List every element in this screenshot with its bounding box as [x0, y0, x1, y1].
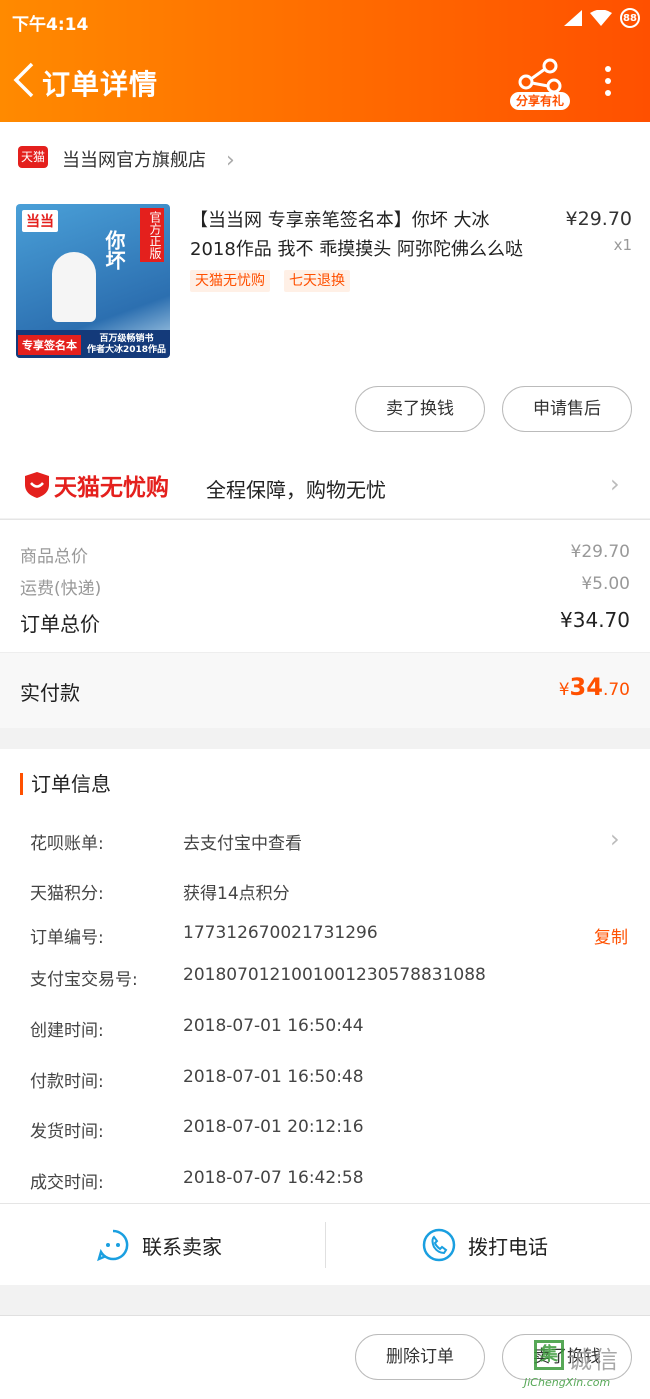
goods-total-row: 商品总价 ¥29.70 [20, 542, 630, 567]
alipay-trade-value: 2018070121001001230578831088 [183, 965, 486, 985]
app-header: 下午4:14 88 订单详情 分享有礼 [0, 0, 650, 122]
contact-seller-label: 联系卖家 [142, 1234, 222, 1259]
contact-seller-button[interactable]: 联系卖家 [96, 1204, 222, 1286]
contact-bar: 联系卖家 拨打电话 [0, 1203, 650, 1285]
cover-right-banner-1: 百万级畅销书 [99, 334, 154, 344]
cover-figure [52, 252, 96, 322]
guarantee-logo-text: 天猫无忧购 [54, 475, 169, 501]
shipping-value: ¥5.00 [581, 574, 630, 594]
order-total-label: 订单总价 [20, 612, 100, 636]
phone-icon [422, 1228, 456, 1262]
copy-button[interactable]: 复制 [594, 923, 628, 948]
goods-total-value: ¥29.70 [570, 542, 630, 562]
tmall-badge: 天猫 [18, 146, 48, 168]
watermark-url: JiChengXin.com [524, 1376, 611, 1389]
product-image[interactable]: 当当 官方正版 你坏 专享签名本 百万级畅销书 作者大冰2018作品 [16, 204, 170, 358]
product-price: ¥29.70 [565, 208, 632, 230]
tag-worry-free: 天猫无忧购 [190, 270, 270, 292]
goods-total-label: 商品总价 [20, 547, 88, 567]
chat-icon [97, 1229, 129, 1262]
chevron-right-icon[interactable]: › [610, 470, 620, 498]
paid-row: 实付款 ¥34.70 [0, 652, 650, 728]
chevron-right-icon[interactable]: › [610, 825, 620, 853]
order-info: 订单信息 花呗账单: 去支付宝中查看 › 天猫积分: 获得14点积分 订单编号:… [0, 749, 650, 1203]
tag-seven-day-return: 七天退换 [284, 270, 350, 292]
share-button[interactable]: 分享有礼 [510, 56, 570, 112]
shipped-time-value: 2018-07-01 20:12:16 [183, 1117, 364, 1137]
back-arrow-icon[interactable] [10, 62, 36, 98]
closed-time-value: 2018-07-07 16:42:58 [183, 1168, 364, 1188]
paid-label: 实付款 [20, 681, 80, 705]
paid-amount: ¥34.70 [559, 673, 630, 701]
share-label: 分享有礼 [510, 92, 570, 110]
divider [325, 1222, 326, 1268]
watermark-mark: 集 [534, 1340, 564, 1370]
shield-icon [25, 472, 49, 498]
signal-icon [564, 10, 582, 26]
order-item-card: 天猫 当当网官方旗舰店 › 当当 官方正版 你坏 专享签名本 百万级畅销书 作者… [0, 122, 650, 518]
shipping-label: 运费(快递) [20, 579, 102, 599]
chevron-right-icon[interactable]: › [226, 148, 235, 173]
points-value: 获得14点积分 [183, 884, 290, 904]
cover-badge: 官方正版 [140, 208, 164, 262]
shop-name[interactable]: 当当网官方旗舰店 [62, 146, 206, 172]
order-number-label: 订单编号: [30, 928, 104, 948]
cover-right-banner: 百万级畅销书 作者大冰2018作品 [87, 334, 166, 356]
guarantee-logo[interactable]: 天猫无忧购 [24, 468, 169, 502]
shipping-row: 运费(快递) ¥5.00 [20, 574, 630, 599]
cover-logo: 当当 [22, 210, 58, 232]
cover-right-banner-2: 作者大冰2018作品 [86, 345, 166, 355]
sell-button[interactable]: 卖了换钱 [355, 386, 485, 432]
closed-time-label: 成交时间: [30, 1173, 104, 1193]
points-label: 天猫积分: [30, 884, 104, 904]
call-button[interactable]: 拨打电话 [422, 1204, 548, 1286]
order-info-title: 订单信息 [20, 773, 111, 795]
watermark: 集 诚信 JiChengXin.com [520, 1340, 646, 1396]
call-label: 拨打电话 [468, 1234, 548, 1259]
order-total-row: 订单总价 ¥34.70 [20, 608, 630, 637]
paid-time-value: 2018-07-01 16:50:48 [183, 1067, 364, 1087]
created-time-value: 2018-07-01 16:50:44 [183, 1016, 364, 1036]
status-icons: 88 [564, 8, 640, 28]
battery-icon: 88 [620, 8, 640, 28]
page-title: 订单详情 [42, 68, 159, 101]
order-total-value: ¥34.70 [560, 608, 630, 632]
share-icon [518, 58, 562, 94]
paid-decimal: .70 [602, 680, 630, 700]
cover-left-banner: 专享签名本 [18, 335, 81, 355]
paid-currency: ¥ [558, 680, 570, 700]
product-title[interactable]: 【当当网 专享亲笔签名本】你坏 大冰 2018作品 我不 乖摸摸头 阿弥陀佛么么… [190, 206, 540, 264]
order-number-value: 177312670021731296 [183, 923, 378, 943]
price-summary: 商品总价 ¥29.70 运费(快递) ¥5.00 订单总价 ¥34.70 [0, 519, 650, 652]
watermark-word: 诚信 [568, 1346, 620, 1374]
guarantee-text[interactable]: 全程保障，购物无忧 [206, 474, 386, 503]
cover-title: 你坏 [102, 230, 126, 270]
delete-order-button[interactable]: 删除订单 [355, 1334, 485, 1380]
product-quantity: x1 [613, 236, 632, 254]
after-sale-button[interactable]: 申请售后 [502, 386, 632, 432]
wifi-icon [590, 10, 612, 26]
status-time: 下午4:14 [12, 15, 89, 35]
alipay-trade-label: 支付宝交易号: [30, 970, 138, 990]
paid-time-label: 付款时间: [30, 1072, 104, 1092]
shipped-time-label: 发货时间: [30, 1122, 104, 1142]
paid-integer: 34 [569, 673, 603, 701]
more-menu-icon[interactable] [600, 66, 616, 98]
huabei-value[interactable]: 去支付宝中查看 [183, 829, 302, 854]
huabei-label: 花呗账单: [30, 834, 104, 854]
created-time-label: 创建时间: [30, 1021, 104, 1041]
